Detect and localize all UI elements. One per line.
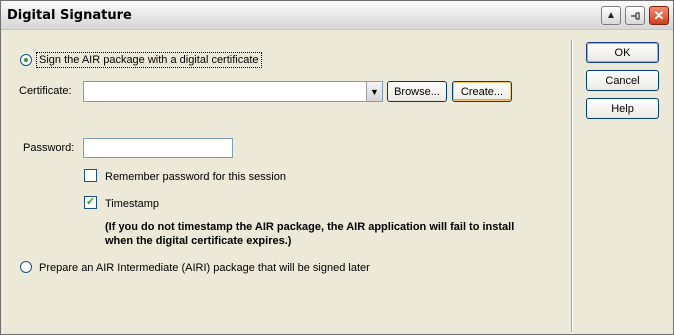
browse-button[interactable]: Browse... [387,81,447,102]
remember-checkbox[interactable] [84,169,97,182]
password-field[interactable] [83,138,233,158]
cancel-button[interactable]: Cancel [586,70,659,91]
sign-option-focus[interactable]: Sign the AIR package with a digital cert… [36,52,262,68]
certificate-select[interactable]: ▼ [83,81,383,102]
title-bar[interactable]: Digital Signature ▲ ✕ [1,1,673,30]
password-label: Password: [23,142,75,154]
dialog-content: Sign the AIR package with a digital cert… [1,30,673,334]
ok-button[interactable]: OK [586,42,659,63]
timestamp-checkbox[interactable]: ✓ [84,196,97,209]
certificate-dropdown-button[interactable]: ▼ [366,82,382,101]
triangle-up-icon: ▲ [606,10,616,21]
certificate-label: Certificate: [19,85,72,97]
dialog-title: Digital Signature [7,8,132,23]
timestamp-note: (If you do not timestamp the AIR package… [105,221,515,247]
checkmark-icon: ✓ [85,196,96,208]
remember-label: Remember password for this session [105,171,286,183]
help-button[interactable]: Help [586,98,659,119]
timestamp-label: Timestamp [105,198,159,210]
collapse-button[interactable]: ▲ [601,6,621,25]
digital-signature-dialog: Digital Signature ▲ ✕ Sign the AIR packa… [0,0,674,335]
pin-button[interactable] [625,6,645,25]
sign-option-label: Sign the AIR package with a digital cert… [39,54,259,66]
close-button[interactable]: ✕ [649,6,669,25]
vertical-divider [571,40,573,332]
pin-icon [631,11,640,20]
chevron-down-icon: ▼ [370,86,379,97]
prepare-option-label: Prepare an AIR Intermediate (AIRI) packa… [39,262,370,274]
sign-radio[interactable] [20,54,32,66]
prepare-radio[interactable] [20,261,32,273]
close-icon: ✕ [653,7,665,23]
create-button[interactable]: Create... [452,81,512,102]
